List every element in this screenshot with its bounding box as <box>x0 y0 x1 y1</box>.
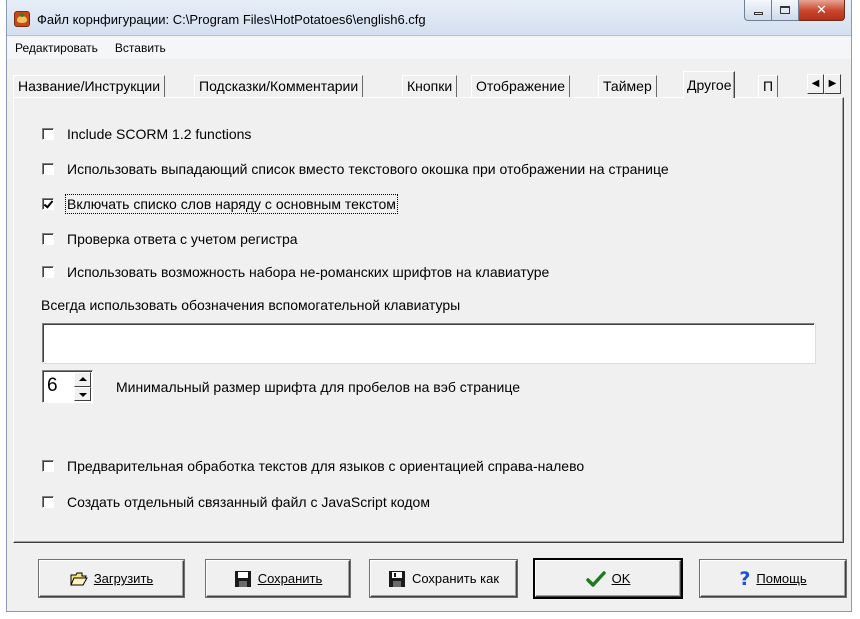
minimize-button[interactable] <box>744 0 772 21</box>
maximize-icon <box>780 6 790 14</box>
floppy-disk-icon <box>234 570 252 588</box>
open-folder-icon <box>70 572 88 586</box>
option-case-sensitive[interactable]: Проверка ответа с учетом регистра <box>42 231 298 247</box>
tab-partial[interactable]: П <box>758 75 779 97</box>
option-rtl-preprocess[interactable]: Предварительная обработка текстов для яз… <box>42 458 584 474</box>
menu-bar: Редактировать Вставить <box>7 37 851 59</box>
checkbox-word-list[interactable] <box>42 198 54 210</box>
ok-button[interactable]: OK <box>535 560 681 597</box>
help-question-icon: ? <box>739 567 751 590</box>
window-controls: ✕ <box>744 0 845 22</box>
hot-potatoes-app-icon <box>14 11 30 27</box>
option-separate-js-label: Создать отдельный связанный файл с JavaS… <box>67 494 430 510</box>
keyboard-characters-input[interactable] <box>42 323 815 363</box>
option-rtl-preprocess-label: Предварительная обработка текстов для яз… <box>67 458 585 474</box>
ok-button-label: OK <box>611 571 631 586</box>
checkbox-case-sensitive[interactable] <box>42 233 54 245</box>
save-button-label: Сохранить <box>257 571 323 586</box>
spin-up-icon[interactable] <box>74 372 91 387</box>
tab-strip: Название/Инструкции Подсказки/Комментари… <box>13 71 843 98</box>
config-dialog: Файл корнфигурации: C:\Program Files\Hot… <box>6 0 852 612</box>
help-button[interactable]: ? Помощь <box>700 560 846 597</box>
font-size-row: 6 Минимальный размер шрифта для пробелов… <box>42 370 520 403</box>
font-size-stepper[interactable]: 6 <box>42 370 93 403</box>
save-as-button-label: Сохранить как <box>411 571 500 586</box>
menu-edit[interactable]: Редактировать <box>13 39 100 57</box>
option-word-list-label: Включать списко слов наряду с основным т… <box>65 194 398 214</box>
option-scorm[interactable]: Include SCORM 1.2 functions <box>42 126 251 142</box>
load-button-label: Загрузить <box>93 571 154 586</box>
option-separate-js[interactable]: Создать отдельный связанный файл с JavaS… <box>42 494 430 510</box>
option-dropdown-list[interactable]: Использовать выпадающий список вместо те… <box>42 161 669 177</box>
load-button[interactable]: Загрузить <box>39 560 184 597</box>
checkmark-icon <box>585 570 606 587</box>
checkbox-rtl-preprocess[interactable] <box>42 460 54 472</box>
tab-scroll-arrows: ◀ ▶ <box>807 74 841 94</box>
tab-prompts-feedback[interactable]: Подсказки/Комментарии <box>194 75 364 97</box>
help-button-label: Помощь <box>756 571 807 586</box>
font-size-label: Минимальный размер шрифта для пробелов н… <box>116 378 520 395</box>
font-size-value[interactable]: 6 <box>47 375 58 397</box>
menu-insert[interactable]: Вставить <box>113 39 168 57</box>
tab-scroll-right-icon[interactable]: ▶ <box>824 74 841 94</box>
tab-timer[interactable]: Таймер <box>598 75 657 97</box>
floppy-disk-save-as-icon <box>388 570 406 588</box>
option-word-list[interactable]: Включать списко слов наряду с основным т… <box>42 194 398 214</box>
keyboard-characters-label: Всегда использовать обозначения вспомога… <box>41 297 461 313</box>
font-size-spin-buttons <box>74 372 91 401</box>
window-title: Файл корнфигурации: C:\Program Files\Hot… <box>37 12 426 27</box>
checkbox-scorm[interactable] <box>42 128 54 140</box>
tab-buttons[interactable]: Кнопки <box>402 75 458 97</box>
checkbox-nonroman-keyboard[interactable] <box>42 266 54 278</box>
tab-page-other: Include SCORM 1.2 functions Использовать… <box>13 97 844 543</box>
dialog-button-row: Загрузить Сохранить Сохранить как OK ? П… <box>13 552 847 598</box>
option-nonroman-keyboard[interactable]: Использовать возможность набора не-роман… <box>42 264 549 280</box>
save-as-button[interactable]: Сохранить как <box>370 560 517 597</box>
save-button[interactable]: Сохранить <box>206 560 350 597</box>
option-case-sensitive-label: Проверка ответа с учетом регистра <box>67 231 298 247</box>
tab-other[interactable]: Другое <box>683 71 736 98</box>
close-icon: ✕ <box>816 2 827 18</box>
tab-appearance[interactable]: Отображение <box>471 75 571 97</box>
option-dropdown-list-label: Использовать выпадающий список вместо те… <box>67 161 669 177</box>
checkbox-separate-js[interactable] <box>42 496 54 508</box>
checkbox-dropdown-list[interactable] <box>42 163 54 175</box>
minimize-icon <box>753 11 763 15</box>
option-nonroman-keyboard-label: Использовать возможность набора не-роман… <box>67 264 550 280</box>
option-scorm-label: Include SCORM 1.2 functions <box>67 126 252 142</box>
tab-title-instructions[interactable]: Название/Инструкции <box>13 75 166 97</box>
spin-down-icon[interactable] <box>74 386 91 401</box>
tab-scroll-left-icon[interactable]: ◀ <box>807 74 824 94</box>
close-button[interactable]: ✕ <box>799 0 845 21</box>
title-bar[interactable]: Файл корнфигурации: C:\Program Files\Hot… <box>7 0 851 36</box>
maximize-button[interactable] <box>772 0 799 21</box>
